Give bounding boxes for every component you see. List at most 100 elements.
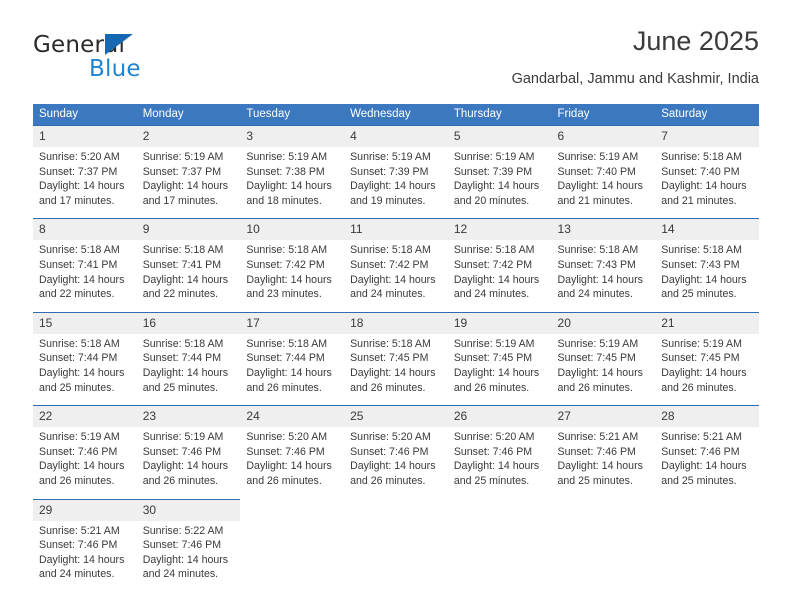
daylight-text-line1: Daylight: 14 hours: [661, 366, 747, 379]
daylight-text-line2: and 26 minutes.: [246, 474, 322, 487]
week-row-daynumbers: 15 16 17 18 19 20 21: [33, 311, 759, 334]
day-cell[interactable]: Sunrise: 5:22 AM Sunset: 7:46 PM Dayligh…: [136, 520, 241, 582]
sunrise-text: Sunrise: 5:18 AM: [453, 244, 535, 257]
day-number[interactable]: 15: [33, 311, 137, 334]
day-number[interactable]: 18: [344, 311, 448, 334]
day-number[interactable]: 13: [551, 218, 656, 241]
day-cell[interactable]: Sunrise: 5:18 AM Sunset: 7:44 PM Dayligh…: [33, 333, 137, 396]
daylight-text-line1: Daylight: 14 hours: [142, 366, 229, 379]
week-row-daynumbers: 22 23 24 25 26 27 28: [33, 405, 759, 428]
day-number[interactable]: 11: [344, 218, 448, 241]
sunrise-text: Sunrise: 5:18 AM: [661, 151, 742, 163]
sunset-text: Sunset: 7:46 PM: [661, 445, 740, 458]
day-cell[interactable]: Sunrise: 5:19 AM Sunset: 7:40 PM Dayligh…: [551, 147, 656, 209]
day-number[interactable]: 9: [136, 218, 241, 241]
day-cell[interactable]: Sunrise: 5:21 AM Sunset: 7:46 PM Dayligh…: [655, 427, 759, 489]
daylight-text-line1: Daylight: 14 hours: [557, 180, 643, 193]
day-cell[interactable]: Sunrise: 5:18 AM Sunset: 7:40 PM Dayligh…: [655, 147, 759, 209]
day-number[interactable]: 30: [136, 498, 241, 521]
day-number[interactable]: 5: [447, 125, 552, 147]
day-cell[interactable]: Sunrise: 5:19 AM Sunset: 7:39 PM Dayligh…: [344, 147, 448, 209]
day-number[interactable]: 19: [447, 311, 552, 334]
day-number[interactable]: 12: [447, 218, 552, 241]
day-cell[interactable]: Sunrise: 5:18 AM Sunset: 7:43 PM Dayligh…: [655, 240, 759, 302]
day-number[interactable]: 26: [447, 405, 552, 428]
day-number[interactable]: 29: [33, 498, 137, 521]
daylight-text-line1: Daylight: 14 hours: [350, 180, 436, 193]
sunrise-text: Sunrise: 5:18 AM: [39, 244, 120, 257]
day-cell[interactable]: Sunrise: 5:18 AM Sunset: 7:44 PM Dayligh…: [240, 333, 345, 396]
day-number[interactable]: 17: [240, 311, 345, 334]
day-number[interactable]: 25: [344, 405, 448, 428]
sunset-text: Sunset: 7:46 PM: [350, 445, 429, 458]
day-cell[interactable]: Sunrise: 5:18 AM Sunset: 7:42 PM Dayligh…: [344, 240, 448, 302]
day-cell[interactable]: Sunrise: 5:21 AM Sunset: 7:46 PM Dayligh…: [551, 427, 656, 489]
day-number[interactable]: 4: [344, 125, 448, 147]
sunrise-text: Sunrise: 5:18 AM: [142, 337, 224, 350]
day-number[interactable]: 23: [136, 405, 241, 428]
day-cell[interactable]: Sunrise: 5:18 AM Sunset: 7:45 PM Dayligh…: [344, 333, 448, 396]
day-cell[interactable]: Sunrise: 5:19 AM Sunset: 7:46 PM Dayligh…: [33, 427, 137, 489]
day-cell[interactable]: Sunrise: 5:20 AM Sunset: 7:46 PM Dayligh…: [447, 427, 552, 489]
day-number[interactable]: 3: [240, 125, 345, 147]
day-cell[interactable]: Sunrise: 5:18 AM Sunset: 7:44 PM Dayligh…: [136, 333, 241, 396]
day-cell[interactable]: Sunrise: 5:19 AM Sunset: 7:45 PM Dayligh…: [655, 333, 759, 396]
day-cell[interactable]: Sunrise: 5:20 AM Sunset: 7:46 PM Dayligh…: [240, 427, 345, 489]
day-number[interactable]: 21: [655, 311, 759, 334]
page-subtitle: Gandarbal, Jammu and Kashmir, India: [511, 71, 759, 87]
sunset-text: Sunset: 7:37 PM: [39, 165, 118, 178]
generalblue-logo[interactable]: General Blue: [33, 32, 173, 92]
daylight-text-line2: and 26 minutes.: [557, 381, 633, 394]
day-number[interactable]: 20: [551, 311, 656, 334]
day-cell[interactable]: Sunrise: 5:20 AM Sunset: 7:46 PM Dayligh…: [344, 427, 448, 489]
day-number[interactable]: 2: [136, 125, 241, 147]
daylight-text-line2: and 26 minutes.: [350, 381, 426, 394]
weekday-header-friday: Friday: [551, 104, 656, 126]
sunset-text: Sunset: 7:46 PM: [557, 445, 636, 458]
sunrise-text: Sunrise: 5:19 AM: [246, 151, 328, 163]
daylight-text-line1: Daylight: 14 hours: [246, 180, 332, 193]
day-cell[interactable]: Sunrise: 5:18 AM Sunset: 7:43 PM Dayligh…: [551, 240, 656, 302]
daylight-text-line1: Daylight: 14 hours: [142, 460, 229, 473]
day-cell[interactable]: Sunrise: 5:19 AM Sunset: 7:37 PM Dayligh…: [136, 147, 241, 209]
sunset-text: Sunset: 7:45 PM: [453, 352, 533, 365]
day-cell[interactable]: Sunrise: 5:19 AM Sunset: 7:46 PM Dayligh…: [136, 427, 241, 489]
day-number[interactable]: 14: [655, 218, 759, 241]
sunset-text: Sunset: 7:46 PM: [142, 539, 222, 552]
day-number[interactable]: 10: [240, 218, 345, 241]
calendar-page: General Blue June 2025 Gandarbal, Jammu …: [0, 0, 792, 612]
daylight-text-line2: and 17 minutes.: [142, 194, 219, 207]
day-number[interactable]: 16: [136, 311, 241, 334]
day-cell[interactable]: Sunrise: 5:21 AM Sunset: 7:46 PM Dayligh…: [33, 520, 137, 582]
day-number[interactable]: 1: [33, 125, 137, 147]
daylight-text-line2: and 24 minutes.: [350, 288, 426, 301]
day-number[interactable]: 7: [655, 125, 759, 147]
day-cell[interactable]: Sunrise: 5:18 AM Sunset: 7:42 PM Dayligh…: [240, 240, 345, 302]
day-cell[interactable]: Sunrise: 5:19 AM Sunset: 7:45 PM Dayligh…: [447, 333, 552, 396]
day-number[interactable]: 22: [33, 405, 137, 428]
daylight-text-line1: Daylight: 14 hours: [39, 180, 125, 193]
day-number[interactable]: 28: [655, 405, 759, 428]
day-cell[interactable]: Sunrise: 5:18 AM Sunset: 7:41 PM Dayligh…: [33, 240, 137, 302]
day-number[interactable]: 6: [551, 125, 656, 147]
day-cell[interactable]: Sunrise: 5:20 AM Sunset: 7:37 PM Dayligh…: [33, 147, 137, 209]
sunset-text: Sunset: 7:37 PM: [142, 165, 222, 178]
sunrise-text: Sunrise: 5:21 AM: [39, 524, 120, 537]
sunrise-text: Sunrise: 5:19 AM: [557, 337, 639, 350]
day-cell[interactable]: Sunrise: 5:18 AM Sunset: 7:41 PM Dayligh…: [136, 240, 241, 302]
day-cell[interactable]: Sunrise: 5:19 AM Sunset: 7:39 PM Dayligh…: [447, 147, 552, 209]
day-number[interactable]: 27: [551, 405, 656, 428]
day-number[interactable]: 8: [33, 218, 137, 241]
day-number[interactable]: 24: [240, 405, 345, 428]
daylight-text-line1: Daylight: 14 hours: [39, 273, 125, 286]
sunrise-text: Sunrise: 5:18 AM: [350, 337, 431, 350]
day-cell[interactable]: Sunrise: 5:19 AM Sunset: 7:38 PM Dayligh…: [240, 147, 345, 209]
sunrise-text: Sunrise: 5:20 AM: [350, 431, 431, 444]
sunset-text: Sunset: 7:46 PM: [142, 445, 222, 458]
daylight-text-line1: Daylight: 14 hours: [39, 460, 125, 473]
day-cell[interactable]: Sunrise: 5:19 AM Sunset: 7:45 PM Dayligh…: [551, 333, 656, 396]
daylight-text-line1: Daylight: 14 hours: [39, 553, 125, 566]
day-cell[interactable]: Sunrise: 5:18 AM Sunset: 7:42 PM Dayligh…: [447, 240, 552, 302]
sunset-text: Sunset: 7:40 PM: [661, 165, 740, 178]
daylight-text-line1: Daylight: 14 hours: [142, 273, 229, 286]
